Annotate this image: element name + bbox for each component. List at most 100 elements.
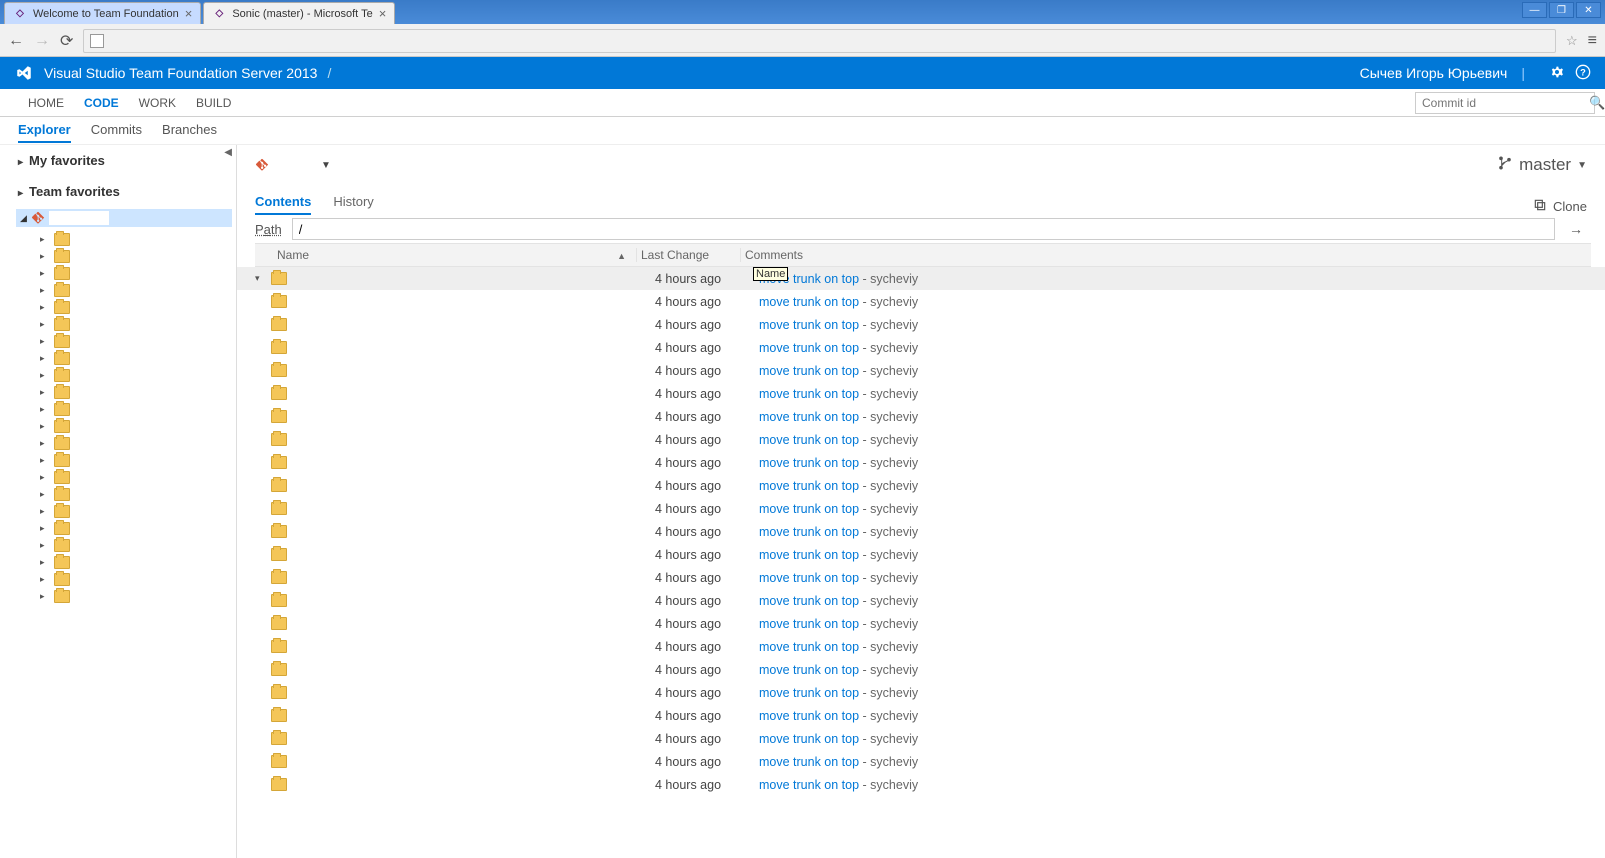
file-row[interactable]: 4 hours ago move trunk on top - sycheviy [237, 543, 1605, 566]
file-row[interactable]: 4 hours ago move trunk on top - sycheviy [237, 428, 1605, 451]
tree-item[interactable]: ▸ [12, 384, 236, 401]
commit-link[interactable]: move trunk on top [759, 778, 859, 792]
tree-item[interactable]: ▸ [12, 367, 236, 384]
clone-button[interactable]: Clone [1533, 198, 1605, 215]
content-tab-contents[interactable]: Contents [255, 194, 311, 215]
commit-link[interactable]: move trunk on top [759, 640, 859, 654]
tree-item[interactable]: ▸ [12, 248, 236, 265]
file-row[interactable]: 4 hours ago move trunk on top - sycheviy [237, 727, 1605, 750]
nav-back-button[interactable]: ← [8, 32, 24, 50]
file-row[interactable]: 4 hours ago move trunk on top - sycheviy [237, 405, 1605, 428]
file-row[interactable]: 4 hours ago move trunk on top - sycheviy [237, 704, 1605, 727]
favorite-star-icon[interactable]: ☆ [1566, 33, 1578, 49]
tree-item[interactable]: ▸ [12, 418, 236, 435]
file-row[interactable]: 4 hours ago move trunk on top - sycheviy [237, 773, 1605, 796]
main-nav-build[interactable]: BUILD [186, 89, 241, 116]
content-tab-history[interactable]: History [333, 194, 373, 215]
tree-item[interactable]: ▸ [12, 554, 236, 571]
tree-item[interactable]: ▸ [12, 401, 236, 418]
tree-item[interactable]: ▸ [12, 486, 236, 503]
commit-link[interactable]: move trunk on top [759, 364, 859, 378]
help-icon[interactable]: ? [1575, 64, 1591, 83]
file-row[interactable]: 4 hours ago move trunk on top - sycheviy [237, 520, 1605, 543]
file-row[interactable]: ▾ 4 hours ago move trunk on top - sychev… [237, 267, 1605, 290]
search-icon[interactable]: 🔍 [1583, 95, 1605, 111]
window-close[interactable]: ✕ [1576, 2, 1601, 18]
file-row[interactable]: 4 hours ago move trunk on top - sycheviy [237, 635, 1605, 658]
browser-menu-icon[interactable]: ≡ [1588, 32, 1597, 50]
sub-nav-explorer[interactable]: Explorer [18, 118, 71, 143]
main-nav-work[interactable]: WORK [129, 89, 186, 116]
file-row[interactable]: 4 hours ago move trunk on top - sycheviy [237, 589, 1605, 612]
file-row[interactable]: 4 hours ago move trunk on top - sycheviy [237, 313, 1605, 336]
tree-item[interactable]: ▸ [12, 571, 236, 588]
file-row[interactable]: 4 hours ago move trunk on top - sycheviy [237, 658, 1605, 681]
path-go-icon[interactable]: → [1565, 221, 1587, 237]
file-row[interactable]: 4 hours ago move trunk on top - sycheviy [237, 681, 1605, 704]
commit-search[interactable]: 🔍 [1415, 92, 1595, 114]
tree-item[interactable]: ▸ [12, 520, 236, 537]
commit-link[interactable]: move trunk on top [759, 686, 859, 700]
commit-link[interactable]: move trunk on top [759, 456, 859, 470]
tree-item[interactable]: ▸ [12, 316, 236, 333]
tree-item[interactable]: ▸ [12, 588, 236, 605]
commit-search-input[interactable] [1416, 96, 1583, 110]
tree-item[interactable]: ▸ [12, 469, 236, 486]
commit-link[interactable]: move trunk on top [759, 525, 859, 539]
commit-link[interactable]: move trunk on top [759, 709, 859, 723]
nav-reload-button[interactable]: ⟳ [60, 31, 73, 51]
commit-link[interactable]: move trunk on top [759, 548, 859, 562]
nav-forward-button[interactable]: → [34, 32, 50, 50]
tree-item[interactable]: ▸ [12, 503, 236, 520]
file-row[interactable]: 4 hours ago move trunk on top - sycheviy [237, 474, 1605, 497]
commit-link[interactable]: move trunk on top [759, 479, 859, 493]
file-row[interactable]: 4 hours ago move trunk on top - sycheviy [237, 336, 1605, 359]
tree-root[interactable]: ◢ [16, 209, 232, 227]
sub-nav-branches[interactable]: Branches [162, 118, 217, 143]
address-bar[interactable] [83, 29, 1556, 53]
commit-link[interactable]: move trunk on top [759, 617, 859, 631]
tree-item[interactable]: ▸ [12, 435, 236, 452]
file-row[interactable]: 4 hours ago move trunk on top - sycheviy [237, 612, 1605, 635]
main-nav-code[interactable]: CODE [74, 89, 129, 116]
sub-nav-commits[interactable]: Commits [91, 118, 142, 143]
tree-item[interactable]: ▸ [12, 333, 236, 350]
team-favorites-header[interactable]: Team favorites [0, 176, 236, 207]
file-row[interactable]: 4 hours ago move trunk on top - sycheviy [237, 359, 1605, 382]
commit-link[interactable]: move trunk on top [759, 318, 859, 332]
commit-link[interactable]: move trunk on top [759, 341, 859, 355]
close-icon[interactable]: × [379, 6, 387, 21]
tree-item[interactable]: ▸ [12, 282, 236, 299]
commit-link[interactable]: move trunk on top [759, 502, 859, 516]
path-input[interactable] [292, 218, 1555, 240]
gear-icon[interactable] [1549, 64, 1565, 83]
tree-item[interactable]: ▸ [12, 231, 236, 248]
column-header-comments[interactable]: Comments [741, 248, 1591, 262]
main-nav-home[interactable]: HOME [18, 89, 74, 116]
tree-item[interactable]: ▸ [12, 350, 236, 367]
grid-body[interactable]: Name ▾ 4 hours ago move trunk on top - s… [237, 267, 1605, 858]
window-maximize[interactable]: ❐ [1549, 2, 1574, 18]
commit-link[interactable]: move trunk on top [759, 663, 859, 677]
tfs-product-title[interactable]: Visual Studio Team Foundation Server 201… [44, 65, 317, 81]
commit-link[interactable]: move trunk on top [759, 387, 859, 401]
user-name[interactable]: Сычев Игорь Юрьевич [1360, 65, 1508, 81]
file-row[interactable]: 4 hours ago move trunk on top - sycheviy [237, 382, 1605, 405]
browser-tab[interactable]: ◇ Sonic (master) - Microsoft Te × [203, 2, 395, 24]
commit-link[interactable]: move trunk on top [759, 433, 859, 447]
git-repo-icon[interactable] [255, 158, 269, 172]
column-header-last-change[interactable]: Last Change [637, 248, 741, 262]
window-minimize[interactable]: — [1522, 2, 1547, 18]
tree-item[interactable]: ▸ [12, 265, 236, 282]
tree-item[interactable]: ▸ [12, 299, 236, 316]
file-row[interactable]: 4 hours ago move trunk on top - sycheviy [237, 451, 1605, 474]
commit-link[interactable]: move trunk on top [759, 594, 859, 608]
commit-link[interactable]: move trunk on top [759, 571, 859, 585]
tree-item[interactable]: ▸ [12, 452, 236, 469]
file-row[interactable]: 4 hours ago move trunk on top - sycheviy [237, 566, 1605, 589]
collapse-panel-icon[interactable]: ◀ [224, 147, 232, 158]
file-row[interactable]: 4 hours ago move trunk on top - sycheviy [237, 497, 1605, 520]
commit-link[interactable]: move trunk on top [759, 755, 859, 769]
commit-link[interactable]: move trunk on top [759, 732, 859, 746]
visual-studio-logo-icon[interactable] [14, 63, 34, 83]
